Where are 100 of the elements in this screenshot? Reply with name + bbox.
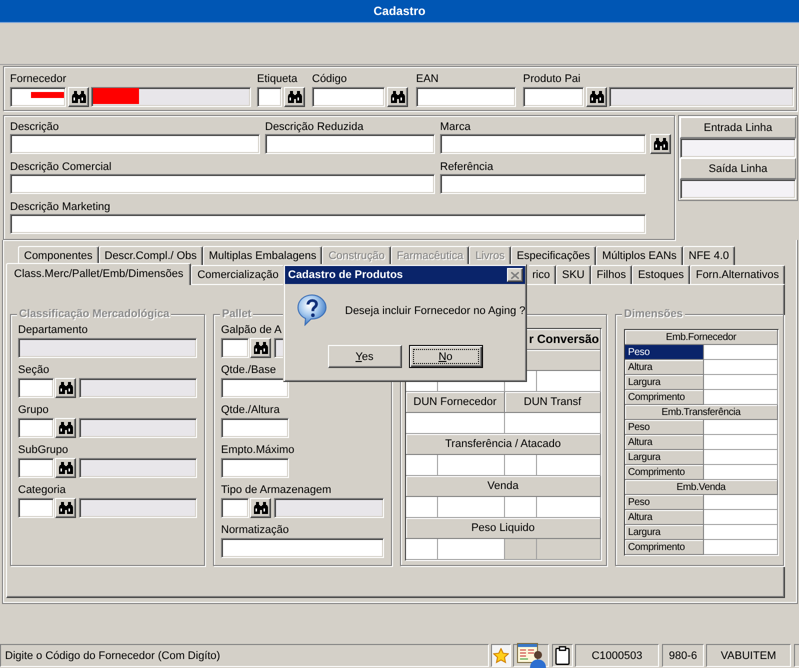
input-field[interactable] xyxy=(10,214,646,234)
input-field[interactable] xyxy=(265,134,435,154)
input-field[interactable] xyxy=(18,458,54,478)
row-label[interactable]: Peso xyxy=(625,495,704,510)
lookup-button[interactable] xyxy=(250,338,271,358)
binoculars-icon xyxy=(590,91,604,103)
row-label[interactable]: Peso xyxy=(625,345,704,360)
input-cell[interactable] xyxy=(406,455,438,476)
input-cell[interactable] xyxy=(505,455,537,476)
row-label[interactable]: Peso xyxy=(625,420,704,435)
lookup-button[interactable] xyxy=(586,87,607,107)
input-field[interactable] xyxy=(221,538,384,558)
lookup-button[interactable] xyxy=(650,134,671,154)
lookup-button[interactable] xyxy=(55,418,76,438)
input-field[interactable] xyxy=(221,498,249,518)
input-field[interactable] xyxy=(10,87,66,107)
input-cell[interactable] xyxy=(704,375,778,390)
input-field[interactable] xyxy=(416,87,516,107)
document-person-icon xyxy=(516,643,546,668)
tab[interactable]: Filhos xyxy=(590,265,632,284)
value-field[interactable] xyxy=(680,179,796,199)
row-label[interactable]: Comprimento xyxy=(625,540,704,555)
input-field[interactable] xyxy=(18,498,54,518)
grid-header: DUN Transf xyxy=(505,392,601,413)
tab[interactable]: Forn.Alternativos xyxy=(690,265,785,284)
lookup-button[interactable] xyxy=(68,87,89,107)
input-field[interactable] xyxy=(221,418,289,438)
input-cell[interactable] xyxy=(505,497,537,518)
row-label[interactable]: Comprimento xyxy=(625,465,704,480)
row-label[interactable]: Largura xyxy=(625,375,704,390)
input-field[interactable] xyxy=(440,174,646,194)
input-cell[interactable] xyxy=(704,525,778,540)
binoculars-icon xyxy=(254,502,268,514)
tab[interactable]: SKU xyxy=(556,265,591,284)
row-label[interactable]: Altura xyxy=(625,510,704,525)
row-label[interactable]: Largura xyxy=(625,450,704,465)
lookup-button[interactable] xyxy=(55,378,76,398)
lookup-button[interactable] xyxy=(55,498,76,518)
input-field[interactable] xyxy=(221,338,249,358)
field-label: Descrição Comercial xyxy=(10,160,112,174)
input-cell[interactable] xyxy=(704,450,778,465)
dialog-button[interactable]: No xyxy=(408,345,482,368)
row-label[interactable]: Largura xyxy=(625,525,704,540)
input-cell[interactable] xyxy=(704,495,778,510)
input-cell[interactable] xyxy=(537,455,601,476)
field-label: Qtde./Base xyxy=(221,363,278,377)
input-cell[interactable] xyxy=(704,345,778,360)
grid-header: Venda xyxy=(406,476,601,497)
lookup-button[interactable] xyxy=(387,87,408,107)
input-field[interactable] xyxy=(18,418,54,438)
binoculars-icon xyxy=(58,462,72,474)
tab[interactable]: Descr.Compl./ Obs xyxy=(98,246,203,265)
tab[interactable]: Class.Merc/Pallet/Emb/Dimensões xyxy=(6,263,192,285)
input-cell[interactable] xyxy=(537,497,601,518)
input-field[interactable] xyxy=(523,87,584,107)
input-cell[interactable] xyxy=(704,510,778,525)
row-label[interactable]: Comprimento xyxy=(625,390,704,405)
input-cell[interactable] xyxy=(438,455,505,476)
tab[interactable]: NFE 4.0 xyxy=(682,246,735,265)
tab[interactable]: Multiplas Embalagens xyxy=(202,246,322,265)
tab[interactable]: Estoques xyxy=(632,265,690,284)
tab[interactable]: Comercialização xyxy=(191,265,285,284)
input-field[interactable] xyxy=(221,378,289,398)
field-label: Seção xyxy=(18,363,50,377)
lookup-button[interactable] xyxy=(55,458,76,478)
input-cell[interactable] xyxy=(704,465,778,480)
input-cell[interactable] xyxy=(438,497,505,518)
tab[interactable]: Múltiplos EANs xyxy=(596,246,683,265)
row-label[interactable]: Altura xyxy=(625,360,704,375)
star-button[interactable] xyxy=(491,644,511,667)
input-cell[interactable] xyxy=(537,371,601,392)
input-cell[interactable] xyxy=(704,360,778,375)
value-field[interactable] xyxy=(680,138,796,158)
input-cell[interactable] xyxy=(505,413,601,434)
grid-header: Transferência / Atacado xyxy=(406,434,601,455)
tab[interactable]: Especificações xyxy=(510,246,596,265)
lookup-button[interactable] xyxy=(250,498,271,518)
input-field[interactable] xyxy=(312,87,385,107)
input-cell[interactable] xyxy=(704,420,778,435)
input-field[interactable] xyxy=(257,87,282,107)
input-cell[interactable] xyxy=(704,435,778,450)
input-cell[interactable] xyxy=(406,413,505,434)
clipboard-button[interactable] xyxy=(552,644,573,667)
input-field[interactable] xyxy=(10,134,260,154)
lookup-button[interactable] xyxy=(284,87,305,107)
input-cell[interactable] xyxy=(704,540,778,555)
tab[interactable]: rico xyxy=(529,265,556,284)
input-field[interactable] xyxy=(440,134,646,154)
row-label[interactable]: Altura xyxy=(625,435,704,450)
input-cell[interactable] xyxy=(406,497,438,518)
input-cell[interactable] xyxy=(704,390,778,405)
picture-button[interactable] xyxy=(513,644,549,667)
input-cell[interactable] xyxy=(438,539,505,560)
binoculars-icon xyxy=(58,382,72,394)
input-field[interactable] xyxy=(18,378,54,398)
input-field[interactable] xyxy=(10,174,435,194)
dialog-button[interactable]: Yes xyxy=(328,345,402,368)
input-cell[interactable] xyxy=(406,539,438,560)
field-label: Descrição Marketing xyxy=(10,200,112,214)
input-field[interactable] xyxy=(221,458,289,478)
